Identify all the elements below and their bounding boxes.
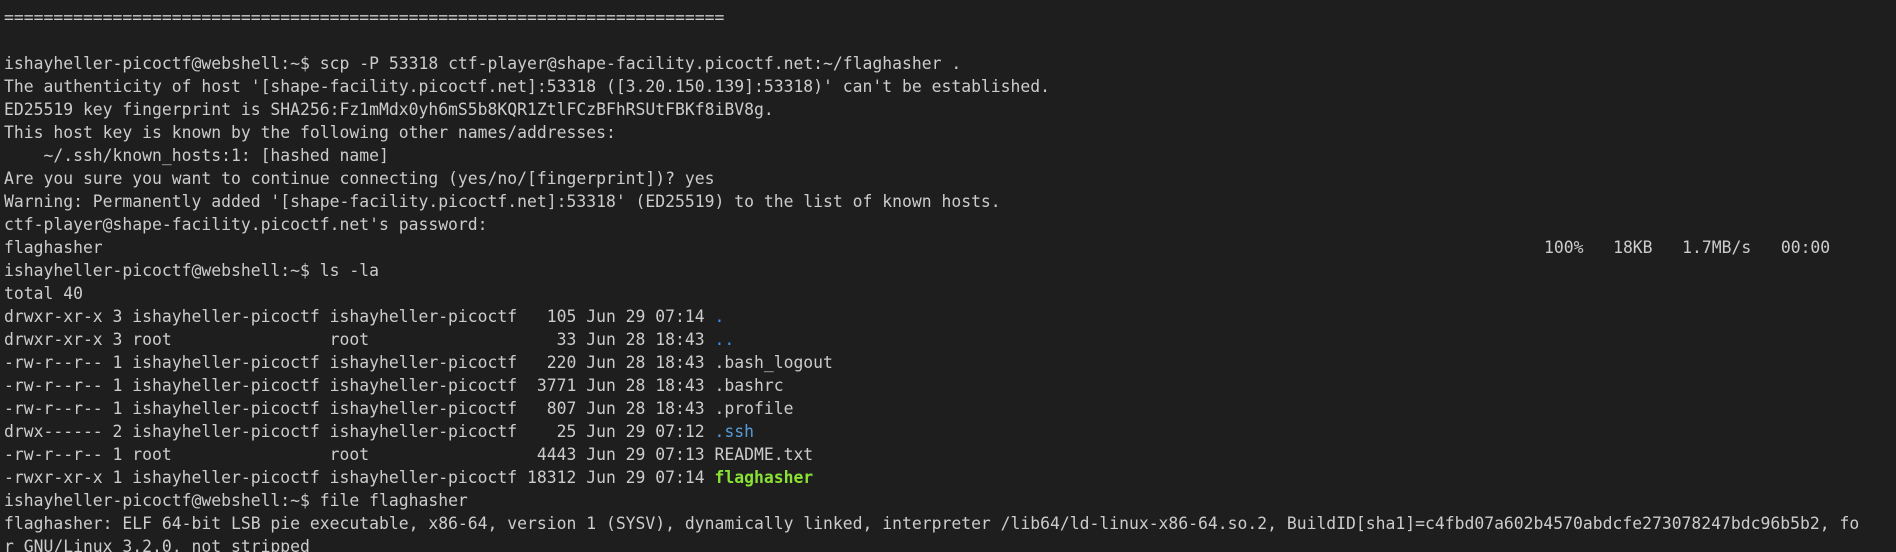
prompt-line-ls: ishayheller-picoctf@webshell:~$ ls -la [4, 259, 1896, 282]
shell-prompt: ishayheller-picoctf@webshell:~$ [4, 54, 320, 73]
file-name: .bashrc [714, 376, 784, 395]
command-text: ls -la [319, 261, 379, 280]
command-text: file flaghasher [319, 491, 468, 510]
output-line: Warning: Permanently added '[shape-facil… [4, 192, 1001, 211]
file-output-line: r GNU/Linux 3.2.0, not stripped [4, 537, 310, 552]
file-meta: drwxr-xr-x 3 root root 33 Jun 28 18:43 [4, 330, 715, 349]
command-text: scp -P 53318 ctf-player@shape-facility.p… [319, 54, 962, 73]
file-name: .bash_logout [714, 353, 833, 372]
scp-progress-line: flaghasher 100% 18KB 1.7MB/s 00:00 [4, 236, 1896, 259]
terminal-window[interactable]: ========================================… [0, 0, 1896, 552]
output-line: ~/.ssh/known_hosts:1: [hashed name] [4, 146, 389, 165]
shell-prompt: ishayheller-picoctf@webshell:~$ [4, 261, 320, 280]
separator-line: ========================================… [4, 8, 725, 27]
ls-total: total 40 [4, 284, 83, 303]
listing-row: drwxr-xr-x 3 ishayheller-picoctf ishayhe… [4, 305, 1896, 328]
directory-name: .ssh [714, 422, 754, 441]
output-line: This host key is known by the following … [4, 123, 616, 142]
file-output-line: flaghasher: ELF 64-bit LSB pie executabl… [4, 514, 1860, 533]
file-name: .profile [714, 399, 794, 418]
transfer-stats: 100% 18KB 1.7MB/s 00:00 [1544, 238, 1831, 257]
listing-row: drwxr-xr-x 3 root root 33 Jun 28 18:43 .… [4, 328, 1896, 351]
listing-row: -rwxr-xr-x 1 ishayheller-picoctf ishayhe… [4, 466, 1896, 489]
output-line: The authenticity of host '[shape-facilit… [4, 77, 1051, 96]
shell-prompt: ishayheller-picoctf@webshell:~$ [4, 491, 320, 510]
transferred-file-name: flaghasher [4, 238, 103, 257]
output-line: ctf-player@shape-facility.picoctf.net's … [4, 215, 488, 234]
prompt-line-file: ishayheller-picoctf@webshell:~$ file fla… [4, 489, 1896, 512]
file-name: README.txt [714, 445, 814, 464]
listing-row: -rw-r--r-- 1 root root 4443 Jun 29 07:13… [4, 443, 1896, 466]
listing-row: -rw-r--r-- 1 ishayheller-picoctf ishayhe… [4, 374, 1896, 397]
file-meta: -rw-r--r-- 1 ishayheller-picoctf ishayhe… [4, 353, 715, 372]
listing-row: -rw-r--r-- 1 ishayheller-picoctf ishayhe… [4, 351, 1896, 374]
output-line: Are you sure you want to continue connec… [4, 169, 715, 188]
directory-name: . [714, 307, 725, 326]
file-meta: -rw-r--r-- 1 ishayheller-picoctf ishayhe… [4, 376, 715, 395]
file-meta: -rwxr-xr-x 1 ishayheller-picoctf ishayhe… [4, 468, 715, 487]
executable-name: flaghasher [714, 468, 814, 487]
directory-name: .. [714, 330, 735, 349]
file-meta: -rw-r--r-- 1 ishayheller-picoctf ishayhe… [4, 399, 715, 418]
file-meta: drwxr-xr-x 3 ishayheller-picoctf ishayhe… [4, 307, 715, 326]
prompt-line-scp: ishayheller-picoctf@webshell:~$ scp -P 5… [4, 52, 1896, 75]
file-meta: drwx------ 2 ishayheller-picoctf ishayhe… [4, 422, 715, 441]
listing-row: drwx------ 2 ishayheller-picoctf ishayhe… [4, 420, 1896, 443]
file-meta: -rw-r--r-- 1 root root 4443 Jun 29 07:13 [4, 445, 715, 464]
output-line: ED25519 key fingerprint is SHA256:Fz1mMd… [4, 100, 774, 119]
listing-row: -rw-r--r-- 1 ishayheller-picoctf ishayhe… [4, 397, 1896, 420]
